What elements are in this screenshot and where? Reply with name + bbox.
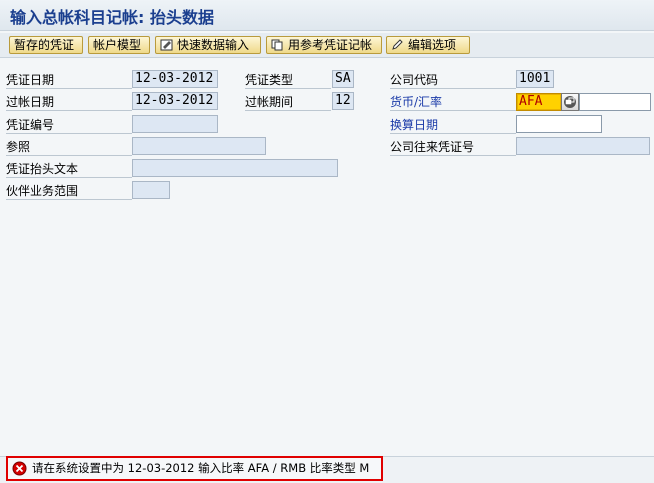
- title-bar: 输入总帐科目记帐: 抬头数据: [0, 0, 654, 31]
- post-with-reference-button[interactable]: 用参考凭证记帐: [266, 36, 382, 54]
- company-code-label: 公司代码: [390, 71, 516, 89]
- editing-options-button[interactable]: 编辑选项: [386, 36, 470, 54]
- document-type-field[interactable]: SA: [332, 70, 354, 88]
- posting-period-label: 过帐期间: [245, 93, 331, 111]
- cross-company-doc-field[interactable]: [516, 137, 650, 155]
- window-title: 输入总帐科目记帐: 抬头数据: [10, 8, 214, 27]
- pencil-icon: [392, 39, 403, 50]
- document-date-label: 凭证日期: [6, 71, 132, 89]
- exchange-rate-field[interactable]: [579, 93, 651, 111]
- cross-company-doc-label: 公司往来凭证号: [390, 138, 516, 156]
- document-type-label: 凭证类型: [245, 71, 331, 89]
- trading-partner-field[interactable]: [132, 181, 170, 199]
- document-number-field[interactable]: [132, 115, 218, 133]
- header-text-field[interactable]: [132, 159, 338, 177]
- posting-period-field[interactable]: 12: [332, 92, 354, 110]
- document-copy-icon: [271, 39, 283, 51]
- fast-data-entry-button[interactable]: 快速数据输入: [155, 36, 261, 54]
- translation-date-label[interactable]: 换算日期: [390, 116, 516, 134]
- translation-date-field[interactable]: [516, 115, 602, 133]
- trading-partner-label: 伙伴业务范围: [6, 182, 132, 200]
- value-help-button[interactable]: [561, 93, 579, 111]
- parked-document-button[interactable]: 暂存的凭证: [9, 36, 83, 54]
- document-date-field[interactable]: 12-03-2012: [132, 70, 218, 88]
- posting-date-field[interactable]: 12-03-2012: [132, 92, 218, 110]
- currency-rate-label[interactable]: 货币/汇率: [390, 93, 516, 111]
- reference-field[interactable]: [132, 137, 266, 155]
- edit-form-icon: [160, 39, 173, 51]
- document-number-label: 凭证编号: [6, 116, 132, 134]
- currency-field[interactable]: AFA: [516, 93, 562, 111]
- fast-data-entry-label: 快速数据输入: [177, 38, 250, 52]
- error-icon: [12, 461, 27, 476]
- value-help-icon: [564, 96, 576, 108]
- application-toolbar: 暂存的凭证 帐户模型 快速数据输入 用参考凭证记帐 编辑选项: [0, 33, 654, 58]
- reference-label: 参照: [6, 138, 132, 156]
- post-with-reference-label: 用参考凭证记帐: [288, 38, 373, 52]
- company-code-field[interactable]: 1001: [516, 70, 554, 88]
- editing-options-label: 编辑选项: [408, 38, 457, 52]
- status-message[interactable]: 请在系统设置中为 12-03-2012 输入比率 AFA / RMB 比率类型 …: [6, 456, 383, 481]
- status-message-text: 请在系统设置中为 12-03-2012 输入比率 AFA / RMB 比率类型 …: [32, 461, 370, 475]
- posting-date-label: 过帐日期: [6, 93, 132, 111]
- header-text-label: 凭证抬头文本: [6, 160, 132, 178]
- account-model-button[interactable]: 帐户模型: [88, 36, 150, 54]
